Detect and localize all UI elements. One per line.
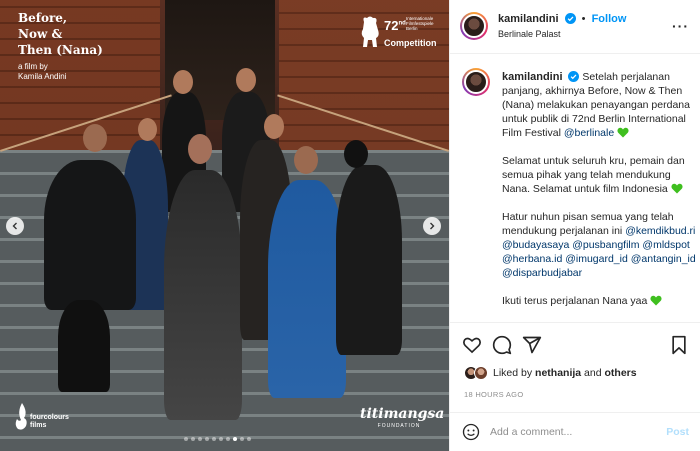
carousel-dot	[191, 437, 195, 441]
carousel-indicator	[184, 437, 251, 441]
location-link[interactable]: Berlinale Palast	[498, 29, 561, 39]
titimangsa-logo: titimangsa FOUNDATION	[360, 406, 445, 429]
action-bar	[450, 322, 700, 364]
mention-link[interactable]: @antangin_id	[631, 253, 696, 265]
liker-avatars	[464, 366, 488, 380]
more-horizontal-icon[interactable]: ···	[672, 18, 689, 34]
caption-paragraph-4: Ikuti terus perjalanan Nana yaa	[502, 295, 648, 307]
green-heart-icon	[671, 183, 683, 194]
chevron-right-icon	[430, 222, 435, 230]
film-credit: a film by Kamila Andini	[18, 62, 67, 81]
carousel-dot	[233, 437, 237, 441]
comment-bar: Post	[450, 412, 700, 451]
carousel-prev-button[interactable]	[6, 217, 24, 235]
carousel-dot	[205, 437, 209, 441]
caption-body: kamilandini Setelah perjalanan panjang, …	[502, 70, 696, 322]
likes-connector: and	[584, 367, 602, 379]
mention-link[interactable]: @pusbangfilm	[572, 239, 639, 251]
festival-name: Internationale Filmfestspiele Berlin	[406, 16, 434, 31]
berlinale-logo: 72nd Internationale Filmfestspiele Berli…	[358, 12, 440, 56]
dot-separator: •	[581, 13, 586, 25]
caption-username[interactable]: kamilandini	[502, 71, 563, 83]
carousel-next-button[interactable]	[423, 217, 441, 235]
carousel-dot	[240, 437, 244, 441]
flame-icon	[15, 403, 27, 430]
bookmark-icon[interactable]	[669, 335, 689, 355]
festival-number: 72nd	[384, 18, 406, 33]
post-timestamp[interactable]: 18 HOURS AGO	[464, 390, 523, 399]
mention-link[interactable]: @kemdikbud.ri	[625, 225, 695, 237]
carousel-dot	[226, 437, 230, 441]
mention-link[interactable]: @imugard_id	[565, 253, 628, 265]
post-caption: kamilandini Setelah perjalanan panjang, …	[462, 64, 698, 322]
comment-input[interactable]	[490, 423, 650, 441]
liker-username[interactable]: nethanija	[535, 367, 581, 379]
mention-link[interactable]: @herbana.id	[502, 253, 562, 265]
author-avatar[interactable]	[460, 12, 488, 40]
post-comment-button[interactable]: Post	[666, 426, 689, 438]
berlin-bear-icon	[361, 16, 379, 47]
green-heart-icon	[617, 127, 629, 138]
comment-icon[interactable]	[492, 335, 512, 355]
post-header: kamilandini • Follow Berlinale Palast ··…	[450, 0, 700, 54]
author-line: kamilandini • Follow	[498, 13, 626, 25]
caption-avatar[interactable]	[462, 68, 490, 96]
mention-link[interactable]: @mldspot	[642, 239, 689, 251]
carousel-dot	[212, 437, 216, 441]
film-title: Before, Now & Then (Nana)	[18, 11, 103, 57]
likes-summary: Liked by nethanija and others	[464, 363, 637, 383]
mention-link[interactable]: @disparbudjabar	[502, 267, 582, 279]
caption-paragraph-2: Selamat untuk seluruh kru, pemain dan se…	[502, 155, 685, 195]
emoji-icon[interactable]	[462, 423, 480, 441]
likes-prefix: Liked by	[493, 367, 533, 379]
post-side-panel: kamilandini • Follow Berlinale Palast ··…	[449, 0, 700, 451]
liker-avatar	[474, 366, 488, 380]
verified-badge-icon	[564, 13, 576, 24]
share-icon[interactable]	[522, 335, 542, 355]
likes-others-link[interactable]: others	[605, 367, 637, 379]
festival-section: Competition	[384, 38, 437, 48]
carousel-dot	[198, 437, 202, 441]
verified-badge-icon	[568, 71, 580, 82]
carousel-dot	[219, 437, 223, 441]
carousel-dot	[184, 437, 188, 441]
author-username[interactable]: kamilandini	[498, 13, 559, 25]
follow-button[interactable]: Follow	[592, 13, 627, 25]
post-image[interactable]: Before, Now & Then (Nana) a film by Kami…	[0, 0, 449, 451]
green-heart-icon	[650, 295, 662, 306]
mention-link[interactable]: @budayasaya	[502, 239, 569, 251]
mention-link[interactable]: @berlinale	[564, 127, 614, 139]
carousel-dot	[247, 437, 251, 441]
chevron-left-icon	[12, 222, 17, 230]
heart-icon[interactable]	[462, 335, 482, 355]
